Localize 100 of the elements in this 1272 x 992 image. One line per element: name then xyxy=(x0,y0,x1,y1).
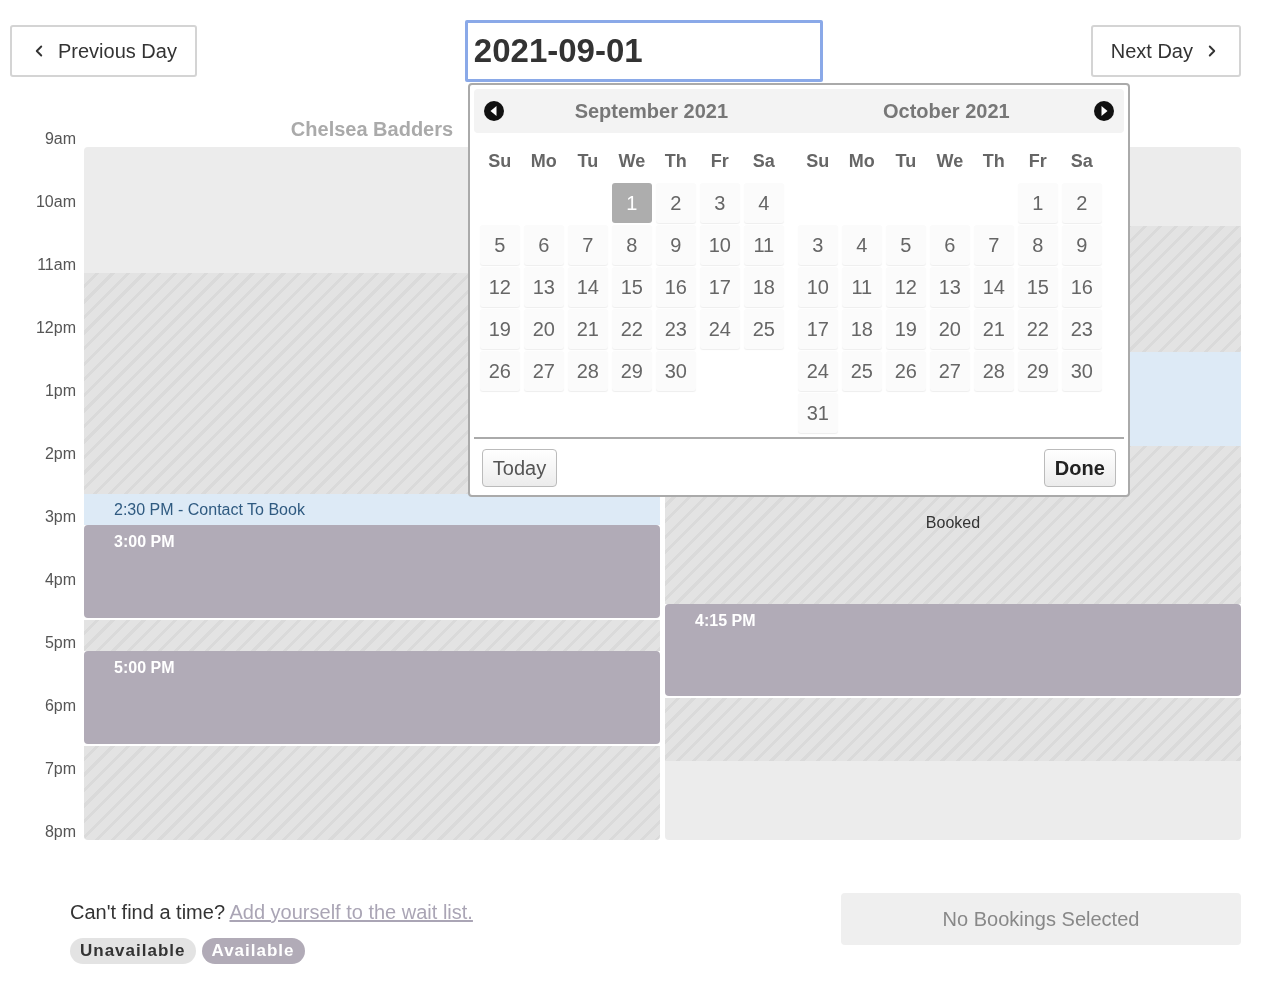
calendar-day[interactable]: 26 xyxy=(479,351,520,391)
previous-day-button[interactable]: Previous Day xyxy=(10,25,197,77)
calendar-day[interactable]: 27 xyxy=(929,351,970,391)
weekday-label: Su xyxy=(487,149,513,173)
calendar-day[interactable]: 22 xyxy=(611,309,652,349)
calendar-day[interactable]: 30 xyxy=(1061,351,1102,391)
weekday-label: Fr xyxy=(1027,149,1048,173)
calendar-day[interactable]: 20 xyxy=(523,309,564,349)
hour-label: 1pm xyxy=(43,381,76,401)
legend-chip: Available xyxy=(201,938,305,964)
weekday-label: Su xyxy=(805,149,831,173)
calendar-day[interactable]: 12 xyxy=(885,267,926,307)
calendar-day[interactable]: 28 xyxy=(567,351,608,391)
calendar-day[interactable]: 2 xyxy=(655,183,696,223)
weekday-label: Th xyxy=(981,149,1006,173)
weekday-label: Tu xyxy=(576,149,600,173)
calendar-day[interactable]: 17 xyxy=(797,309,838,349)
calendar-day[interactable]: 10 xyxy=(797,267,838,307)
calendar-day[interactable]: 14 xyxy=(567,267,608,307)
hour-label: 4pm xyxy=(43,570,76,590)
previous-month-icon[interactable] xyxy=(483,101,504,121)
calendar-day[interactable]: 16 xyxy=(1061,267,1102,307)
calendar-day[interactable]: 26 xyxy=(885,351,926,391)
hour-label: 8pm xyxy=(43,822,76,842)
weekday-label: Sa xyxy=(751,149,776,173)
hour-label: 5pm xyxy=(43,633,76,653)
calendar-day[interactable]: 16 xyxy=(655,267,696,307)
calendar-day[interactable]: 24 xyxy=(797,351,838,391)
calendar-day[interactable]: 27 xyxy=(523,351,564,391)
calendar-day[interactable]: 13 xyxy=(929,267,970,307)
calendar-day[interactable]: 5 xyxy=(885,225,926,265)
slot-time: 4:15 PM xyxy=(695,611,756,630)
calendar-day[interactable]: 22 xyxy=(1017,309,1058,349)
weekday-label: We xyxy=(935,149,965,173)
slot-notice: 2:30 PM - Contact To Book xyxy=(114,500,305,519)
weekday-label: Tu xyxy=(894,149,918,173)
calendar-day[interactable]: 21 xyxy=(973,309,1014,349)
month-title: October 2021 xyxy=(881,99,1011,123)
today-button[interactable]: Today xyxy=(481,449,558,487)
calendar-day[interactable]: 31 xyxy=(797,393,838,433)
calendar-day[interactable]: 28 xyxy=(973,351,1014,391)
wait-list-prompt: Can't find a time? Add yourself to the wait list. xyxy=(70,901,473,924)
hour-label: 3pm xyxy=(43,507,76,527)
hour-label: 7pm xyxy=(43,759,76,779)
calendar-day[interactable]: 7 xyxy=(567,225,608,265)
calendar-day[interactable]: 19 xyxy=(885,309,926,349)
calendar-day[interactable]: 25 xyxy=(743,309,784,349)
calendar-day[interactable]: 17 xyxy=(699,267,740,307)
calendar-day[interactable]: 23 xyxy=(1061,309,1102,349)
calendar-day[interactable]: 6 xyxy=(929,225,970,265)
calendar-day[interactable]: 9 xyxy=(655,225,696,265)
next-day-button[interactable]: Next Day xyxy=(1090,25,1241,77)
date-field[interactable]: 2021-09-01 xyxy=(464,20,823,82)
weekday-label: Fr xyxy=(709,149,730,173)
calendar-day[interactable]: 8 xyxy=(1017,225,1058,265)
month-title: September 2021 xyxy=(573,99,730,123)
calendar-day[interactable]: 8 xyxy=(611,225,652,265)
calendar-day[interactable]: 25 xyxy=(841,351,882,391)
calendar-day[interactable]: 5 xyxy=(479,225,520,265)
calendar-day[interactable]: 29 xyxy=(611,351,652,391)
calendar-day[interactable]: 19 xyxy=(479,309,520,349)
hour-label: 2pm xyxy=(43,444,76,464)
booking-summary: No Bookings Selected xyxy=(841,893,1241,945)
staff-name: Chelsea Badders xyxy=(290,117,454,141)
calendar-day[interactable]: 4 xyxy=(743,183,784,223)
weekday-label: Mo xyxy=(847,149,876,173)
calendar-day[interactable]: 20 xyxy=(929,309,970,349)
calendar-day[interactable]: 21 xyxy=(567,309,608,349)
calendar-day[interactable]: 2 xyxy=(1061,183,1102,223)
calendar-day[interactable]: 13 xyxy=(523,267,564,307)
hour-label: 10am xyxy=(34,192,76,212)
calendar-day[interactable]: 15 xyxy=(611,267,652,307)
hour-label: 9am xyxy=(43,129,76,149)
done-button[interactable]: Done xyxy=(1043,449,1116,487)
calendar-day[interactable]: 30 xyxy=(655,351,696,391)
calendar-day[interactable]: 10 xyxy=(699,225,740,265)
legend-chip: Unavailable xyxy=(70,938,196,964)
calendar-day[interactable]: 3 xyxy=(699,183,740,223)
calendar-day[interactable]: 11 xyxy=(841,267,882,307)
calendar-day[interactable]: 12 xyxy=(479,267,520,307)
calendar-day[interactable]: 18 xyxy=(743,267,784,307)
calendar-day[interactable]: 4 xyxy=(841,225,882,265)
calendar-day[interactable]: 3 xyxy=(797,225,838,265)
slot-time: 3:00 PM xyxy=(114,533,175,551)
weekday-label: Mo xyxy=(529,149,558,173)
weekday-label: We xyxy=(617,149,647,173)
calendar-day[interactable]: 9 xyxy=(1061,225,1102,265)
calendar-day[interactable]: 29 xyxy=(1017,351,1058,391)
calendar-day[interactable]: 1 xyxy=(1017,183,1058,223)
hour-label: 6pm xyxy=(43,696,76,716)
next-month-icon[interactable] xyxy=(1093,101,1114,121)
hour-label: 11am xyxy=(36,255,76,275)
calendar-day[interactable]: 23 xyxy=(655,309,696,349)
calendar-day[interactable]: 15 xyxy=(1017,267,1058,307)
calendar-day[interactable]: 11 xyxy=(743,225,784,265)
calendar-day[interactable]: 18 xyxy=(841,309,882,349)
calendar-day[interactable]: 6 xyxy=(523,225,564,265)
calendar-day[interactable]: 14 xyxy=(973,267,1014,307)
calendar-day[interactable]: 24 xyxy=(699,309,740,349)
calendar-day[interactable]: 7 xyxy=(973,225,1014,265)
